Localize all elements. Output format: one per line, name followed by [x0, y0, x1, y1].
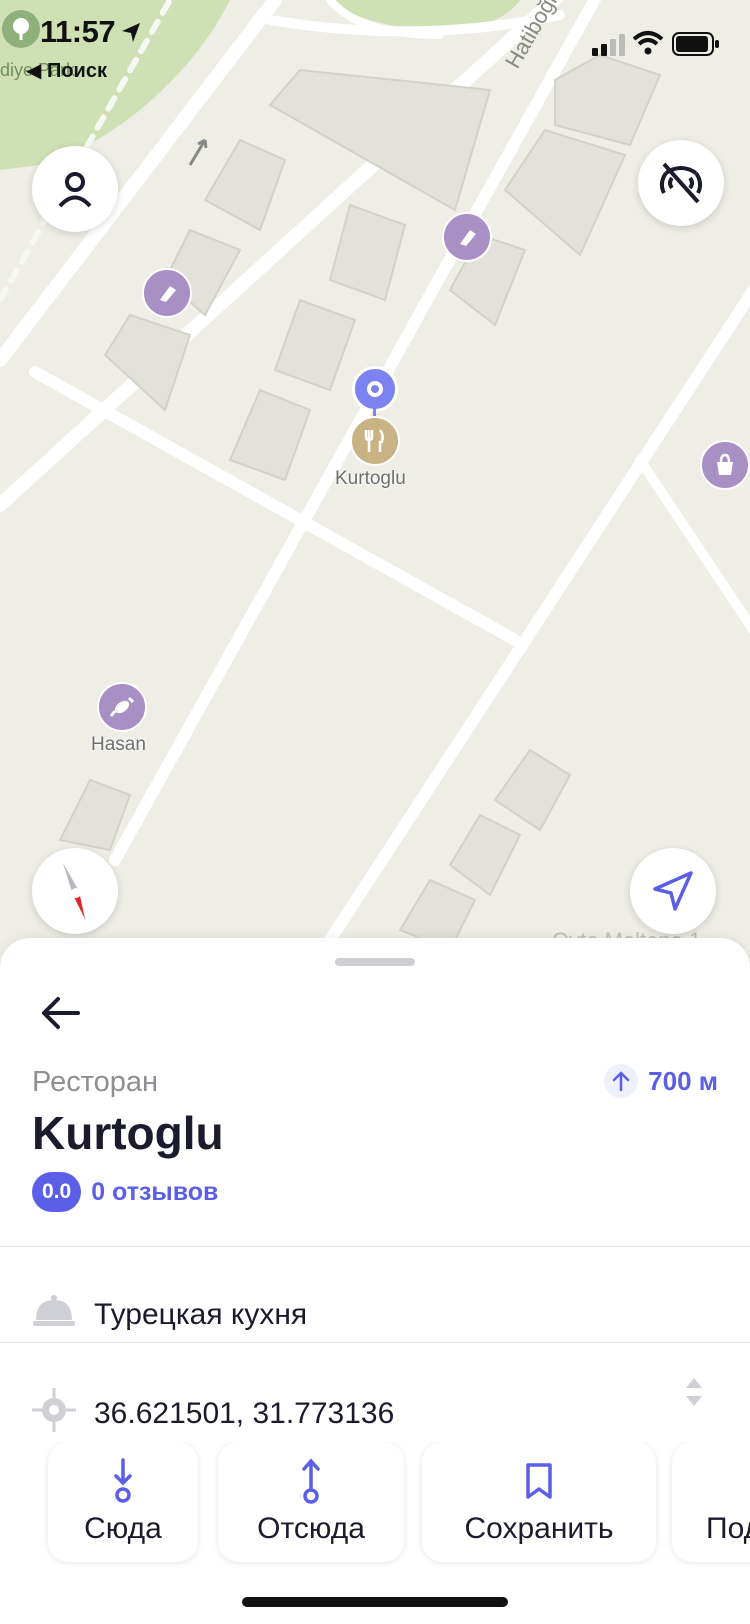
- route-to-icon: [111, 1458, 135, 1504]
- butcher-icon[interactable]: [442, 212, 492, 262]
- compass-button[interactable]: [32, 848, 118, 934]
- place-category: Ресторан: [32, 1066, 159, 1098]
- distance-value: 700 м: [648, 1065, 718, 1096]
- bookmark-icon: [525, 1458, 553, 1504]
- save-button[interactable]: Сохранить: [422, 1442, 656, 1562]
- share-button[interactable]: Под: [672, 1442, 750, 1562]
- selected-pin-icon: [352, 366, 398, 412]
- action-buttons-row[interactable]: Сюда Отсюда Сохранить Под: [0, 1442, 750, 1568]
- compass-icon: [63, 863, 85, 919]
- navigation-arrow-icon: [653, 871, 693, 911]
- expand-toggle-icon[interactable]: [682, 1374, 706, 1415]
- arrow-left-icon: [42, 997, 80, 1029]
- home-indicator: [242, 1597, 508, 1607]
- rating-badge: 0.0: [32, 1172, 82, 1212]
- traffic-toggle-button[interactable]: [638, 140, 724, 226]
- sheet-grabber[interactable]: [335, 958, 415, 966]
- location-arrow-icon: [118, 20, 144, 51]
- cuisine-text: Турецкая кухня: [94, 1298, 308, 1331]
- place-title: Kurtoglu: [32, 1107, 224, 1159]
- crosshair-icon: [32, 1388, 76, 1440]
- arrow-up-icon: [604, 1064, 639, 1098]
- no-signal-icon: [659, 162, 703, 204]
- poi-label-kurtoglu[interactable]: Kurtoglu: [335, 468, 406, 490]
- butcher-icon[interactable]: [142, 268, 192, 318]
- signal-icon: [592, 34, 626, 61]
- cuisine-row: Турецкая кухня: [32, 1294, 307, 1336]
- shopping-bag-icon[interactable]: [700, 440, 750, 490]
- restaurant-icon[interactable]: [350, 416, 400, 466]
- cloche-icon: [32, 1294, 76, 1336]
- battery-icon: [672, 32, 720, 61]
- place-card-sheet[interactable]: Ресторан 700 м Kurtoglu 0.0 0 отзывов Ту…: [0, 938, 750, 1624]
- divider: [0, 1246, 750, 1247]
- route-to-button[interactable]: Сюда: [48, 1442, 198, 1562]
- user-icon: [58, 172, 92, 208]
- route-from-label: Отсюда: [257, 1512, 365, 1545]
- tree-icon: [2, 10, 40, 48]
- back-to-search[interactable]: ◀ Поиск: [26, 58, 107, 83]
- poi-label-hasan[interactable]: Hasan: [91, 734, 146, 756]
- coordinates-text[interactable]: 36.621501, 31.773136: [94, 1397, 394, 1431]
- candy-icon[interactable]: [97, 682, 147, 732]
- my-location-button[interactable]: [630, 848, 716, 934]
- route-to-label: Сюда: [84, 1512, 162, 1545]
- reviews-link[interactable]: 0 отзывов: [91, 1178, 218, 1207]
- route-from-button[interactable]: Отсюда: [218, 1442, 404, 1562]
- rating-row[interactable]: 0.0 0 отзывов: [32, 1172, 218, 1212]
- wifi-icon: [632, 30, 664, 61]
- divider: [0, 1342, 750, 1343]
- status-time: 11:57: [40, 14, 116, 49]
- back-button[interactable]: [38, 988, 88, 1038]
- map-view[interactable]: Hatiboğlu Cad Oyto Maltepe 1 diye Park 1…: [0, 0, 750, 960]
- route-from-icon: [299, 1458, 323, 1504]
- save-label: Сохранить: [464, 1512, 614, 1545]
- place-distance: 700 м: [604, 1064, 718, 1098]
- profile-button[interactable]: [32, 146, 118, 232]
- coordinates-row[interactable]: 36.621501, 31.773136: [32, 1388, 394, 1440]
- share-label: Под: [706, 1512, 750, 1545]
